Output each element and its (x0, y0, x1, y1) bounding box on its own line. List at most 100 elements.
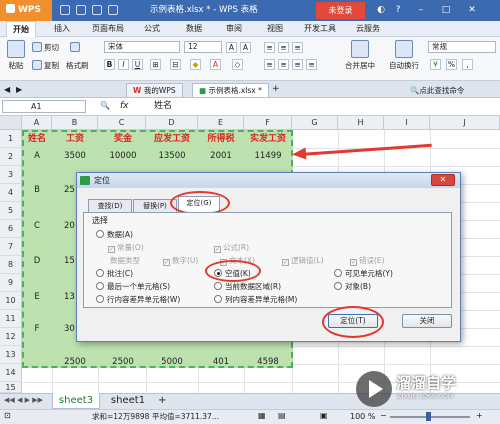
cell-a12[interactable]: F (22, 324, 52, 334)
row-header-15[interactable]: 15 (0, 382, 22, 393)
cell-e14[interactable]: 401 (198, 357, 244, 367)
cell-c2[interactable]: 10000 (98, 151, 148, 161)
zoom-out-icon[interactable]: − (380, 411, 387, 420)
app-menu-button[interactable]: WPS 表格 (0, 0, 52, 36)
cell-a8[interactable]: D (22, 256, 52, 266)
font-color-icon[interactable]: A (210, 59, 221, 70)
justify-icon[interactable]: ≡ (306, 59, 317, 70)
cell-f14[interactable]: 4598 (244, 357, 292, 367)
type-logic[interactable]: ✓ 逻辑值(L) (282, 255, 324, 266)
cell-e1[interactable]: 所得税 (198, 131, 244, 144)
merge-small-icon[interactable]: ⊟ (170, 59, 181, 70)
option-current-region[interactable]: 当前数据区域(R) (214, 281, 281, 292)
cell-b2[interactable]: 3500 (52, 151, 98, 161)
zoom-level[interactable]: 100 % (350, 411, 375, 423)
row-header-6[interactable]: 6 (0, 220, 22, 238)
sheet-tab-sheet3[interactable]: sheet3 (52, 393, 100, 409)
clear-format-icon[interactable]: ◇ (232, 59, 243, 70)
merge-center-button[interactable]: 合并居中 (340, 40, 380, 71)
menu-view[interactable]: 视图 (261, 21, 289, 37)
page-view-icon[interactable]: ▤ (278, 411, 286, 420)
normal-view-icon[interactable]: ▦ (258, 411, 266, 420)
menu-cloud[interactable]: 云服务 (348, 21, 388, 37)
cut-button[interactable]: 剪切 (32, 42, 59, 53)
row-header-2[interactable]: 2 (0, 148, 22, 166)
new-tab-icon[interactable]: + (272, 84, 280, 94)
thousands-icon[interactable]: , (462, 59, 473, 70)
close-window-icon[interactable]: ✕ (466, 4, 478, 16)
row-header-4[interactable]: 4 (0, 184, 22, 202)
option-column-differences[interactable]: 列内容差异单元格(M) (214, 294, 297, 305)
wrap-text-button[interactable]: 自动换行 (384, 40, 424, 71)
format-painter-button[interactable] (70, 42, 82, 52)
option-comment[interactable]: 批注(C) (96, 268, 133, 279)
option-data[interactable]: 数据(A) (96, 229, 133, 240)
save-icon[interactable] (60, 5, 70, 15)
zoom-slider-thumb[interactable] (426, 412, 431, 421)
skin-icon[interactable]: ◐ (375, 4, 387, 16)
column-header-e[interactable]: E (198, 116, 244, 130)
column-header-g[interactable]: G (292, 116, 338, 130)
tab-sample-workbook[interactable]: ■ 示例表格.xlsx * (192, 83, 269, 97)
font-family-select[interactable]: 宋体 (104, 41, 180, 53)
italic-icon[interactable]: I (118, 59, 129, 70)
cell-f2[interactable]: 11499 (244, 151, 292, 161)
row-header-8[interactable]: 8 (0, 256, 22, 274)
column-header-i[interactable]: I (384, 116, 430, 130)
cell-a10[interactable]: E (22, 292, 52, 302)
menu-insert[interactable]: 插入 (48, 21, 76, 37)
column-header-h[interactable]: H (338, 116, 384, 130)
undo-icon[interactable] (92, 5, 102, 15)
font-size-select[interactable]: 12 (184, 41, 222, 53)
row-header-5[interactable]: 5 (0, 202, 22, 220)
row-header-3[interactable]: 3 (0, 166, 22, 184)
align-top-icon[interactable]: ≡ (264, 42, 275, 53)
menu-formula[interactable]: 公式 (138, 21, 166, 37)
sub-constant[interactable]: ✓ 常量(O) (108, 242, 144, 253)
cell-a4[interactable]: B (22, 185, 52, 195)
column-header-c[interactable]: C (98, 116, 146, 130)
font-grow-icon[interactable]: A (226, 42, 237, 53)
cell-c1[interactable]: 奖金 (98, 131, 148, 144)
column-header-a[interactable]: A (22, 116, 52, 130)
nav-forward-icon[interactable]: ▶ (16, 85, 22, 94)
cell-e2[interactable]: 2001 (198, 151, 244, 161)
fx-icon[interactable]: fx (120, 99, 129, 114)
fill-color-icon[interactable]: ◆ (190, 59, 201, 70)
menu-data[interactable]: 数据 (180, 21, 208, 37)
type-error[interactable]: ✓ 错误(E) (350, 255, 385, 266)
align-right-icon[interactable]: ≡ (292, 59, 303, 70)
align-left-icon[interactable]: ≡ (264, 59, 275, 70)
cell-a2[interactable]: A (22, 151, 52, 161)
cell-d14[interactable]: 5000 (146, 357, 198, 367)
paste-button[interactable]: 粘贴 (4, 40, 28, 71)
align-middle-icon[interactable]: ≡ (278, 42, 289, 53)
sheet-tab-sheet1[interactable]: sheet1 (104, 393, 152, 409)
format-painter-label[interactable]: 格式刷 (66, 60, 89, 71)
zoom-in-icon[interactable]: + (476, 411, 483, 420)
cell-d2[interactable]: 13500 (146, 151, 198, 161)
read-mode-icon[interactable]: ▣ (320, 411, 328, 420)
cell-d1[interactable]: 应发工资 (146, 131, 198, 144)
login-button[interactable]: 未登录 (316, 2, 365, 19)
type-number[interactable]: ✓ 数字(U) (163, 255, 198, 266)
menu-review[interactable]: 审阅 (220, 21, 248, 37)
cell-f1[interactable]: 实发工资 (244, 131, 292, 144)
tab-my-wps[interactable]: W 我的WPS (126, 83, 183, 97)
tab-find[interactable]: 查找(D) (88, 199, 132, 212)
add-sheet-icon[interactable]: + (158, 395, 166, 406)
row-header-13[interactable]: 13 (0, 346, 22, 364)
cell-b14[interactable]: 2500 (52, 357, 98, 367)
row-header-9[interactable]: 9 (0, 274, 22, 292)
print-icon[interactable] (76, 5, 86, 15)
close-button[interactable]: 关闭 (402, 314, 452, 328)
row-header-10[interactable]: 10 (0, 292, 22, 310)
menu-page-layout[interactable]: 页面布局 (84, 21, 132, 37)
redo-icon[interactable] (108, 5, 118, 15)
sheet-nav-icon[interactable]: ◀◀ ◀ ▶ ▶▶ (4, 396, 43, 404)
column-header-f[interactable]: F (244, 116, 292, 130)
border-icon[interactable]: ⊞ (150, 59, 161, 70)
row-header-7[interactable]: 7 (0, 238, 22, 256)
maximize-icon[interactable]: □ (440, 4, 452, 16)
currency-icon[interactable]: ¥ (430, 59, 441, 70)
